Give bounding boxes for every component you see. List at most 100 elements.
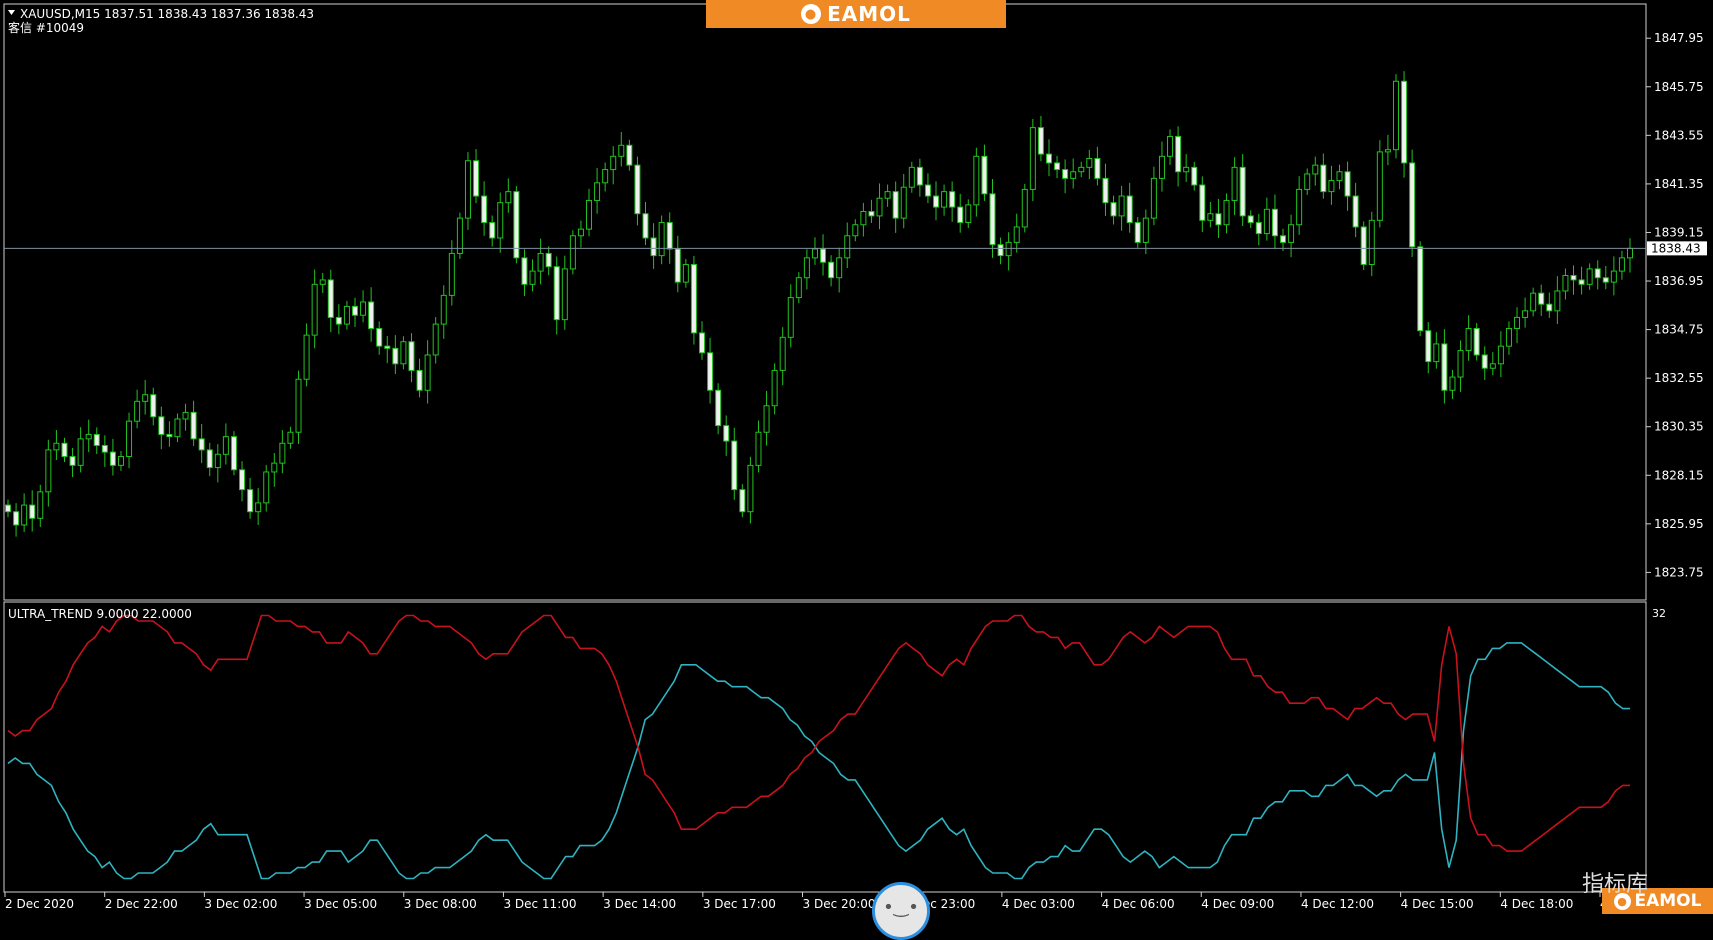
candle-bull [1118,195,1125,217]
candle-bull [1167,135,1174,157]
candle-bull [1465,327,1472,352]
candle-bear [247,489,254,513]
candle-bull [973,155,980,206]
candle-bull [432,323,439,356]
candle-bear [989,193,996,246]
candle-bear [521,257,528,285]
candle-bull [360,301,367,316]
candle-bear [1037,127,1044,155]
candle-bear [1054,162,1061,171]
candle-bear [1126,195,1133,224]
face-icon: •‿• [883,897,919,918]
top-brand-banner[interactable]: ● EAMOL [706,0,1006,28]
candle-bear [93,433,100,446]
candle-bear [1045,153,1052,164]
candle-bull [1562,275,1569,292]
price-axis-label: 1825.95 [1654,517,1704,531]
candle-bull [271,462,278,473]
candle-bear [1110,202,1117,217]
candle-bear [198,438,205,451]
candle-bear [1191,166,1198,186]
candle-bull [1497,345,1504,365]
top-brand-label: EAMOL [827,2,911,26]
candle-bull [142,394,149,402]
current-price-label: 1838.43 [1651,241,1701,255]
candle-bull [497,202,504,239]
price-axis-label: 1836.95 [1654,274,1704,288]
candle-bear [1578,279,1585,285]
candle-bull [1207,213,1214,221]
candle-bull [602,169,609,184]
candle-bear [1538,292,1545,305]
assistant-bubble[interactable]: •‿• [872,882,930,940]
candle-bull [594,182,601,201]
candle-bear [1546,303,1553,312]
candle-bear [1247,215,1254,224]
candle-bull [1142,217,1149,243]
price-axis-label: 1830.35 [1654,420,1704,434]
candle-bear [1134,222,1141,243]
candle-bull [1304,173,1311,190]
candle-bull [1627,247,1633,259]
account-info-text: 客信 #10049 [8,20,84,35]
candle-bear [723,425,730,442]
candle-bull [941,191,948,208]
candle-bear [101,444,108,453]
candle-bear [61,442,68,458]
candle-bear [206,449,213,469]
time-axis-label: 4 Dec 03:00 [1002,897,1075,911]
candle-bull [803,257,810,279]
time-axis-label: 4 Dec 15:00 [1401,897,1474,911]
candle-bear [868,210,875,217]
candle-bear [1239,166,1246,217]
candle-bull [1263,208,1270,235]
candle-bear [553,266,560,321]
time-axis-label: 3 Dec 08:00 [404,897,477,911]
candle-bull [1586,268,1593,285]
candle-bear [1425,330,1432,363]
candle-bull [1392,80,1399,151]
watermark-text: 指标库 [1582,872,1649,897]
candle-bull [852,224,859,237]
chart-svg[interactable]: 1847.95 1845.75 1843.55 1841.35 1839.15 1836.… [0,0,1713,914]
price-axis-label: 1828.15 [1654,468,1704,482]
candle-bull [900,186,907,219]
candle-bull [134,400,141,422]
indicator-title: ULTRA_TREND 9.0000 22.0000 [8,607,192,621]
candle-bull [319,279,326,285]
candle-bear [1481,354,1488,369]
candle-bear [351,305,358,316]
time-axis-label: 2 Dec 22:00 [105,897,178,911]
candle-bear [916,166,923,186]
candle-bear [109,451,116,466]
candle-bear [1570,275,1577,281]
candle-bear [158,416,165,435]
candle-bull [779,336,786,371]
chart-window[interactable]: 1847.95 1845.75 1843.55 1841.35 1839.15 1836.… [0,0,1713,940]
candle-bear [707,352,714,391]
candle-bear [416,369,423,391]
candle-bear [634,164,641,215]
candle-bear [1409,162,1416,248]
candle-bear [981,155,988,195]
candle-bull [85,433,92,440]
candle-bull [561,268,568,321]
candle-bull [965,204,972,224]
candle-bull [287,431,294,444]
candle-bear [1473,327,1480,356]
candle-bear [642,213,649,239]
candle-bull [1530,292,1537,312]
candle-bear [5,504,11,513]
candle-bull [747,464,754,513]
candle-bear [997,244,1004,257]
candle-bull [1029,127,1036,190]
candle-bear [190,411,197,440]
candle-bear [376,327,383,347]
candle-bear [384,345,391,349]
price-axis-label: 1843.55 [1654,128,1704,142]
price-axis-label: 1839.15 [1654,225,1704,239]
candle-bear [327,279,334,318]
candle-bear [666,222,673,250]
candle-bull [53,442,60,451]
candle-bear [166,433,173,438]
